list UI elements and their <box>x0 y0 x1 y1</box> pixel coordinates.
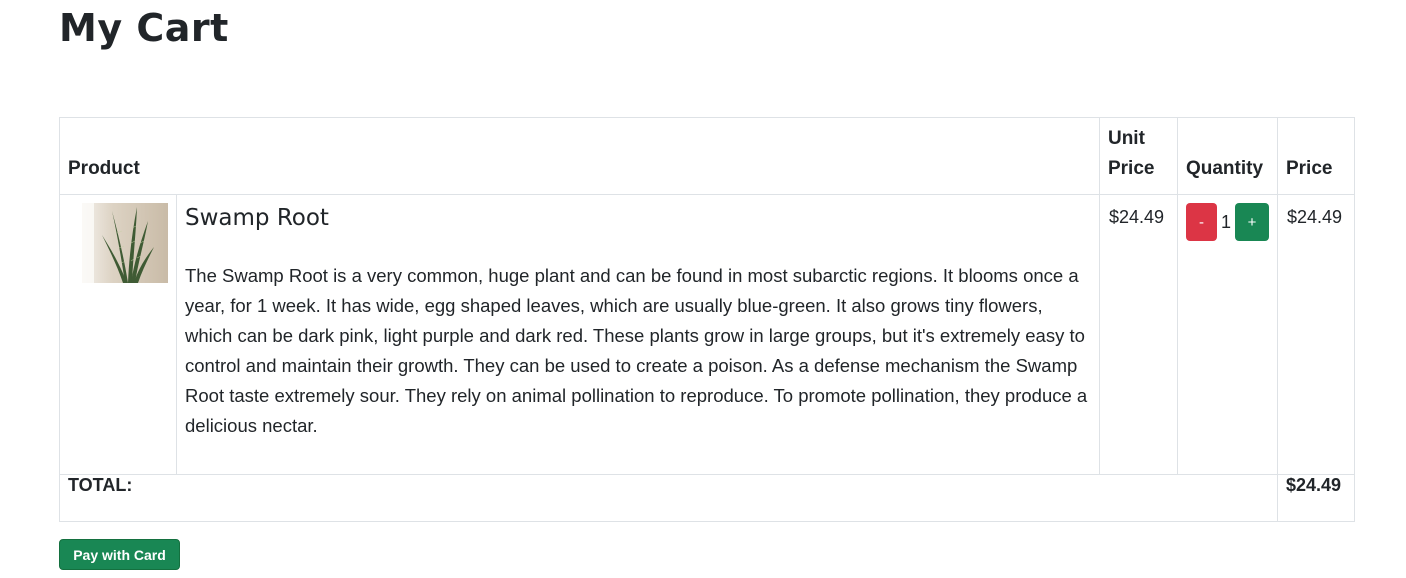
quantity-value: 1 <box>1220 211 1231 232</box>
total-row: TOTAL: $24.49 <box>59 474 1356 522</box>
page-title: My Cart <box>59 6 229 50</box>
product-image-cell <box>59 194 177 475</box>
unit-price: $24.49 <box>1098 194 1178 475</box>
quantity-stepper: - 1 + <box>1185 203 1269 241</box>
product-description: The Swamp Root is a very common, huge pl… <box>185 265 1088 436</box>
product-name: Swamp Root <box>185 205 329 231</box>
quantity-cell: - 1 + <box>1176 194 1278 475</box>
total-label: TOTAL: <box>59 474 1278 522</box>
pay-with-card-button[interactable]: Pay with Card <box>59 539 180 570</box>
increase-quantity-button[interactable]: + <box>1234 203 1269 241</box>
total-value: $24.49 <box>1276 474 1356 522</box>
line-price: $24.49 <box>1276 194 1356 475</box>
decrease-quantity-button[interactable]: - <box>1185 203 1217 241</box>
header-price: Price <box>1276 117 1356 195</box>
cart-table: Product Unit Price Quantity Price Swamp … <box>59 117 1356 522</box>
header-product: Product <box>59 117 1100 195</box>
product-image <box>82 203 168 283</box>
product-details-cell: Swamp Root The Swamp Root is a very comm… <box>176 194 1100 475</box>
header-unit-price: Unit Price <box>1098 117 1178 195</box>
table-header-row: Product Unit Price Quantity Price <box>59 117 1356 195</box>
header-quantity: Quantity <box>1176 117 1278 195</box>
table-row: Swamp Root The Swamp Root is a very comm… <box>59 194 1356 475</box>
